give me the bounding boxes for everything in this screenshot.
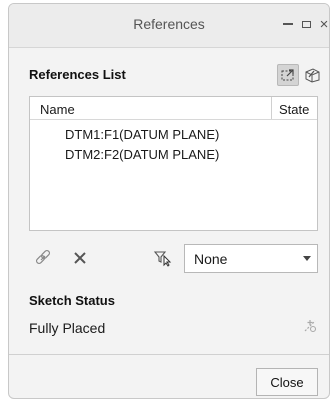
- solve-sketch-icon[interactable]: [298, 314, 322, 338]
- link-icon[interactable]: [29, 244, 57, 272]
- pick-references-icon[interactable]: [277, 64, 299, 86]
- references-list[interactable]: Name State DTM1:F1(DATUM PLANE) DTM2:F2(…: [29, 96, 318, 231]
- maximize-icon[interactable]: [296, 14, 316, 34]
- list-item[interactable]: DTM1:F1(DATUM PLANE): [65, 127, 219, 142]
- references-list-title: References List: [29, 67, 126, 82]
- list-item[interactable]: DTM2:F2(DATUM PLANE): [65, 147, 219, 162]
- minimize-icon[interactable]: [278, 14, 298, 34]
- filter-icon-graphic: [153, 251, 172, 267]
- title-bar[interactable]: References ×: [9, 4, 329, 48]
- solve-sketch-icon-graphic: [304, 320, 317, 333]
- chevron-down-icon: [303, 256, 311, 261]
- column-name-header[interactable]: Name: [40, 102, 75, 117]
- delete-x-icon-graphic: [74, 252, 86, 264]
- column-state-header[interactable]: State: [279, 102, 309, 117]
- link-icon-graphic: [35, 249, 51, 265]
- sketch-status-value: Fully Placed: [29, 320, 106, 336]
- pick-references-icon-graphic: [281, 69, 294, 81]
- sketch-status-title: Sketch Status: [29, 293, 115, 308]
- filter-select[interactable]: None: [184, 244, 318, 273]
- footer-divider: [9, 354, 329, 355]
- list-header: Name State: [30, 97, 317, 120]
- select-geometry-icon[interactable]: [301, 64, 323, 86]
- close-button[interactable]: Close: [256, 368, 318, 396]
- column-divider[interactable]: [271, 97, 272, 119]
- delete-x-icon[interactable]: [66, 244, 94, 272]
- filter-icon[interactable]: [149, 244, 177, 272]
- select-geometry-icon-graphic: [305, 68, 320, 83]
- filter-select-value: None: [194, 251, 228, 267]
- close-icon[interactable]: ×: [314, 14, 329, 34]
- references-dialog: References × References List Name State …: [8, 3, 330, 399]
